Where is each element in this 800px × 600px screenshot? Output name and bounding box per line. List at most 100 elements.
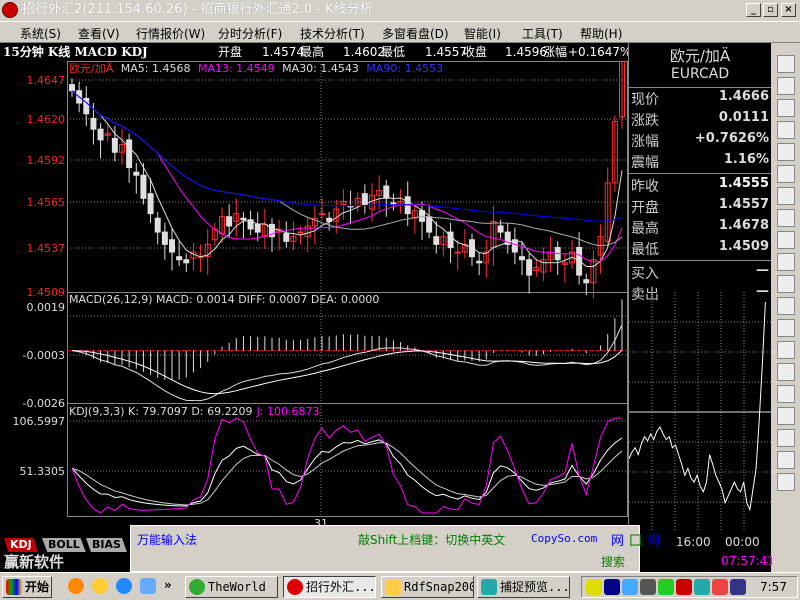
ma30-line — [71, 90, 623, 247]
ime-name[interactable]: 万能输入法 — [137, 531, 197, 548]
firefox-icon[interactable] — [68, 578, 84, 594]
globe-icon — [189, 579, 205, 595]
grid-icon[interactable] — [777, 473, 795, 491]
menu-quotes[interactable]: 行情报价(W) — [136, 25, 205, 42]
list-icon[interactable] — [777, 143, 795, 161]
task-capture-preview[interactable]: 捕捉预览... — [477, 576, 570, 598]
pen-icon[interactable] — [712, 579, 728, 595]
candle — [526, 259, 533, 276]
candle — [497, 225, 504, 233]
menu-help[interactable]: 帮助(H) — [580, 25, 622, 42]
candlestick-icon[interactable] — [777, 231, 795, 249]
menu-timeshare[interactable]: 分时分析(F) — [218, 25, 282, 42]
macd-label: 0.0019 — [27, 301, 66, 314]
close-value: 1.4596 — [505, 45, 547, 59]
camera-icon[interactable] — [694, 579, 710, 595]
quote-code: EURCAD — [670, 66, 730, 82]
ime-site-link[interactable]: CopySo.com — [531, 532, 597, 545]
ime-box-button[interactable]: 囗 — [629, 530, 642, 549]
ladder-icon[interactable] — [777, 341, 795, 359]
calc-icon[interactable] — [777, 209, 795, 227]
price-label: 1.4509 — [27, 286, 66, 299]
quote-label: 最高 — [631, 221, 659, 237]
quote-label: 最低 — [631, 242, 659, 258]
candle — [69, 84, 75, 92]
ie-icon[interactable] — [116, 578, 132, 594]
back-icon[interactable] — [777, 99, 795, 117]
kdj-label: 51.3305 — [20, 465, 66, 478]
tab-bias[interactable]: BIAS — [86, 538, 127, 552]
task-cmbfx[interactable]: 招行外汇... — [283, 576, 376, 598]
menu-smart[interactable]: 智能(I) — [464, 25, 501, 42]
green-app-icon[interactable] — [658, 579, 674, 595]
candle — [183, 259, 190, 264]
price-label: 1.4592 — [27, 154, 66, 167]
intraday-mini-chart[interactable] — [629, 292, 771, 532]
news-icon[interactable] — [777, 121, 795, 139]
ime-search-button[interactable]: 搜索 — [601, 553, 625, 570]
plus-chart-icon[interactable] — [777, 363, 795, 381]
volume-icon[interactable] — [586, 579, 602, 595]
task-theworld[interactable]: TheWorld — [185, 576, 278, 598]
task-label: TheWorld — [208, 580, 266, 594]
ma5-line — [71, 90, 623, 267]
ime-hint: 敲Shift上档键：切换中英文 — [358, 533, 506, 547]
down-arrow-icon[interactable] — [777, 429, 795, 447]
tools-icon[interactable] — [777, 451, 795, 469]
quote-value: 1.16% — [723, 152, 769, 167]
kdj-label: 106.5997 — [13, 415, 66, 428]
chart-area[interactable]: 1.4647 1.4620 1.4592 1.4565 1.4537 1.450… — [0, 41, 628, 537]
quote-label: 现价 — [631, 92, 659, 108]
candle — [254, 223, 261, 233]
kdj-header: KDJ(9,3,3) K: 79.7097 D: 69.2209 J: 100.6… — [69, 405, 320, 418]
pen-icon[interactable] — [777, 319, 795, 337]
multi-window-icon[interactable] — [777, 297, 795, 315]
candle — [319, 213, 325, 216]
camera-icon — [481, 579, 497, 595]
bars-icon[interactable] — [777, 385, 795, 403]
candle — [283, 233, 290, 242]
tab-kdj[interactable]: KDJ — [4, 538, 38, 552]
ma30-value: MA30: 1.4543 — [282, 62, 359, 75]
candle — [390, 202, 397, 205]
compare-icon[interactable] — [777, 253, 795, 271]
wubi-icon[interactable] — [730, 579, 746, 595]
menu-tools[interactable]: 工具(T) — [522, 25, 563, 42]
menu-multiwindow[interactable]: 多窗看盘(D) — [382, 25, 449, 42]
menu-technical[interactable]: 技术分析(T) — [300, 25, 365, 42]
ma13-value: MA13: 1.4549 — [198, 62, 275, 75]
change-value: +0.1647% — [568, 45, 632, 59]
monitor-icon[interactable] — [604, 579, 620, 595]
ime-word-button[interactable]: 词 — [647, 530, 660, 549]
price-label: 1.4565 — [27, 196, 66, 209]
menu-view[interactable]: 查看(V) — [78, 25, 120, 42]
kdj-kd: KDJ(9,3,3) K: 79.7097 D: 69.2209 — [69, 405, 253, 418]
collapse-icon[interactable] — [777, 77, 795, 95]
task-rdfsnap[interactable]: RdfSnap2005 — [381, 576, 474, 598]
chinese-input-icon[interactable] — [676, 579, 692, 595]
trend-chart-icon[interactable] — [777, 187, 795, 205]
ma5-value: MA5: 1.4568 — [121, 62, 191, 75]
desktop-icon[interactable] — [140, 578, 156, 594]
tab-boll[interactable]: BOLL — [42, 538, 86, 552]
table-icon[interactable] — [777, 165, 795, 183]
quote-value: 1.4509 — [718, 239, 769, 254]
menu-bar: 系统(S) 查看(V) 行情报价(W) 分时分析(F) 技术分析(T) 多窗看盘… — [0, 21, 800, 43]
media-player-icon[interactable] — [92, 578, 108, 594]
close-button[interactable]: × — [781, 3, 796, 17]
restore-button[interactable]: ▫ — [763, 3, 778, 17]
quote-label: 涨跌 — [631, 113, 659, 129]
brand-label: 赢新软件 — [0, 553, 130, 572]
quote-label: 买入 — [631, 266, 659, 282]
network-icon[interactable] — [640, 579, 656, 595]
more-icon[interactable]: » — [164, 578, 172, 592]
f10-icon[interactable] — [777, 275, 795, 293]
ime-web-button[interactable]: 网 — [611, 530, 624, 549]
sync-icon[interactable] — [622, 579, 638, 595]
candle — [111, 137, 118, 153]
minimize-button[interactable]: _ — [746, 3, 761, 17]
link-icon[interactable] — [777, 55, 795, 73]
start-button[interactable]: 开始 — [2, 576, 52, 598]
f8-icon[interactable] — [777, 407, 795, 425]
menu-system[interactable]: 系统(S) — [20, 25, 61, 42]
